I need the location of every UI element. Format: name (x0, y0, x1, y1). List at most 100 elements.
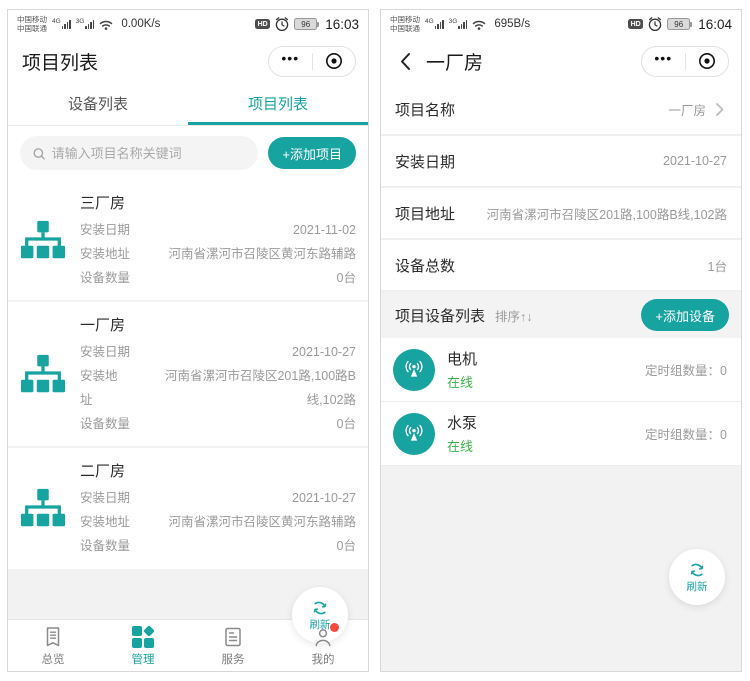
hd-badge: HD (255, 19, 270, 29)
field-value: 2021-10-27 (292, 487, 356, 511)
section-title: 项目设备列表 (395, 305, 485, 326)
field-label: 安装日期 (80, 341, 130, 365)
capsule-close-button[interactable] (686, 52, 729, 70)
more-menu-button[interactable]: ••• (269, 54, 312, 68)
device-name: 电机 (447, 348, 633, 369)
add-device-button[interactable]: +添加设备 (641, 299, 729, 331)
refresh-label: 刷新 (687, 579, 708, 594)
service-doc-icon (221, 625, 245, 649)
chevron-right-icon (712, 101, 727, 118)
network-speed: 0.00K/s (121, 18, 160, 30)
search-box[interactable] (20, 136, 258, 170)
wifi-icon (98, 17, 114, 31)
device-name: 水泵 (447, 412, 633, 433)
field-value: 2021-11-02 (293, 219, 356, 243)
screen-project-detail: 中国移动 中国联通 4G 3G 695B/s HD 96 (380, 9, 742, 672)
field-project-address: 项目地址 河南省漯河市召陵区201路,100路B线,102路 (381, 188, 741, 240)
search-input[interactable] (52, 146, 247, 161)
refresh-icon (309, 598, 331, 618)
device-status: 在线 (447, 372, 633, 391)
wifi-icon (471, 17, 487, 31)
field-label: 安装地址 (80, 365, 126, 413)
field-label: 安装日期 (80, 487, 130, 511)
sort-control[interactable]: 排序↑↓ (495, 306, 631, 325)
bottom-nav: 总览 管理 服务 我的 (8, 619, 368, 671)
broadcast-icon (393, 413, 435, 455)
signal-3g-icon: 3G (449, 20, 468, 29)
app-bar: 项目列表 ••• (8, 38, 368, 84)
battery-icon: 96 (294, 18, 319, 30)
screen-project-list: 中国移动 中国联通 4G 3G 0.00K/s HD 96 (7, 9, 369, 672)
refresh-icon (686, 560, 708, 580)
field-label: 安装地址 (80, 511, 130, 535)
refresh-button[interactable]: 刷新 (669, 549, 725, 605)
signal-4g-icon: 4G (425, 20, 444, 29)
target-icon (698, 52, 716, 70)
nav-item-me[interactable]: 我的 (278, 625, 368, 667)
two-screenshot-canvas: 中国移动 中国联通 4G 3G 0.00K/s HD 96 (0, 0, 750, 681)
status-bar: 中国移动 中国联通 4G 3G 695B/s HD 96 (381, 10, 741, 38)
project-item[interactable]: 三厂房 安装日期2021-11-02 安装地址河南省漯河市召陵区黄河东路辅路 设… (8, 180, 368, 302)
field-label: 设备数量 (80, 267, 130, 291)
broadcast-icon (393, 349, 435, 391)
device-section-header: 项目设备列表 排序↑↓ +添加设备 (381, 292, 741, 338)
project-name: 三厂房 (80, 192, 356, 213)
more-menu-button[interactable]: ••• (642, 54, 685, 68)
device-row[interactable]: 电机 在线 定时组数量：0 (381, 338, 741, 402)
notification-dot (330, 623, 339, 632)
network-speed: 695B/s (494, 18, 530, 30)
field-install-date: 安装日期 2021-10-27 (381, 136, 741, 188)
field-label: 设备数量 (80, 535, 130, 559)
field-value: 0台 (337, 413, 356, 437)
battery-percent: 96 (294, 18, 317, 30)
field-value: 2021-10-27 (292, 341, 356, 365)
battery-icon: 96 (667, 18, 692, 30)
add-project-button[interactable]: +添加项目 (268, 137, 356, 169)
timer-group-count: 定时组数量：0 (645, 424, 727, 443)
device-row[interactable]: 水泵 在线 定时组数量：0 (381, 402, 741, 466)
back-button[interactable] (395, 51, 416, 72)
field-value: 1台 (708, 256, 727, 275)
nav-item-manage[interactable]: 管理 (98, 625, 188, 667)
miniprogram-capsule: ••• (641, 46, 729, 77)
field-value: 2021-10-27 (663, 154, 727, 168)
timer-group-count: 定时组数量：0 (645, 360, 727, 379)
status-bar: 中国移动 中国联通 4G 3G 0.00K/s HD 96 (8, 10, 368, 38)
field-label: 设备数量 (80, 413, 130, 437)
tab-project-list[interactable]: 项目列表 (188, 84, 368, 125)
project-item[interactable]: 一厂房 安装日期2021-10-27 安装地址河南省漯河市召陵区201路,100… (8, 302, 368, 448)
status-time: 16:03 (325, 17, 359, 32)
field-project-name[interactable]: 项目名称 一厂房 (381, 84, 741, 136)
tab-device-list[interactable]: 设备列表 (8, 84, 188, 125)
search-icon (32, 146, 46, 161)
org-chart-icon (20, 487, 66, 529)
target-icon (325, 52, 343, 70)
field-value: 一厂房 (668, 100, 706, 119)
battery-percent: 96 (667, 18, 690, 30)
field-value: 河南省漯河市召陵区201路,100路B线,102路 (487, 204, 727, 223)
alarm-clock-icon (274, 16, 290, 32)
page-title: 项目列表 (22, 48, 98, 75)
carrier-names: 中国移动 中国联通 (390, 15, 420, 34)
search-row: +添加项目 (8, 126, 368, 180)
org-chart-icon (20, 353, 66, 395)
nav-item-service[interactable]: 服务 (188, 625, 278, 667)
nav-item-overview[interactable]: 总览 (8, 625, 98, 667)
person-icon (311, 625, 335, 649)
app-bar: 一厂房 ••• (381, 38, 741, 84)
device-status: 在线 (447, 436, 633, 455)
capsule-close-button[interactable] (313, 52, 356, 70)
field-value: 河南省漯河市召陵区黄河东路辅路 (168, 243, 356, 267)
manage-grid-icon (131, 625, 155, 649)
field-device-total: 设备总数 1台 (381, 240, 741, 292)
hd-badge: HD (628, 19, 643, 29)
carrier-names: 中国移动 中国联通 (17, 15, 47, 34)
org-chart-icon (20, 219, 66, 261)
overview-icon (41, 625, 65, 649)
project-item[interactable]: 二厂房 安装日期2021-10-27 安装地址河南省漯河市召陵区黄河东路辅路 设… (8, 448, 368, 570)
empty-area: 刷新 (8, 571, 368, 620)
tab-bar: 设备列表 项目列表 (8, 84, 368, 126)
field-value: 0台 (337, 535, 356, 559)
project-name: 二厂房 (80, 460, 356, 481)
empty-area: 刷新 (381, 466, 741, 671)
